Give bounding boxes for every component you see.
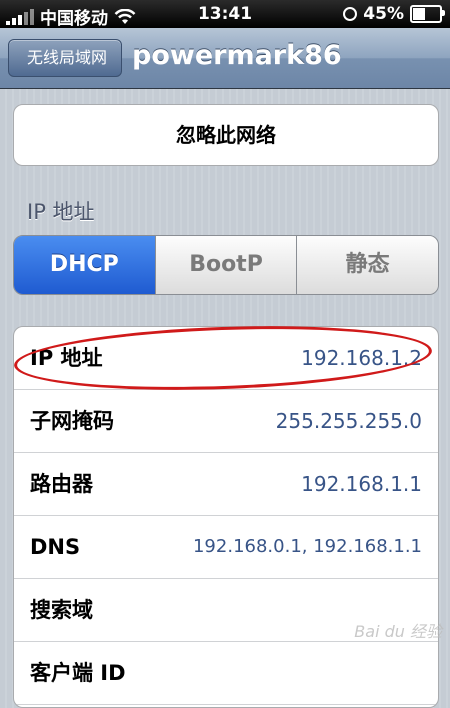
status-bar: 中国移动 13:41 45% <box>0 0 450 29</box>
row-ip-address[interactable]: IP 地址 192.168.1.2 <box>14 327 438 390</box>
row-label: 子网掩码 <box>30 409 114 433</box>
ip-section-label: IP 地址 <box>27 200 95 224</box>
rotation-lock-icon <box>343 7 358 21</box>
segment-bootp[interactable]: BootP <box>154 236 297 294</box>
row-label: 路由器 <box>30 472 93 496</box>
row-value: 255.255.255.0 <box>275 409 422 433</box>
battery-percent: 45% <box>363 4 404 24</box>
navigation-bar: 无线局域网 powermark86 <box>0 28 450 89</box>
row-dns[interactable]: DNS 192.168.0.1, 192.168.1.1 <box>14 516 438 579</box>
row-label: 搜索域 <box>30 598 93 622</box>
page-title: powermark86 <box>132 40 342 71</box>
ip-settings-table: IP 地址 192.168.1.2 子网掩码 255.255.255.0 路由器… <box>13 326 439 708</box>
segment-dhcp[interactable]: DHCP <box>14 236 155 294</box>
forget-network-button[interactable]: 忽略此网络 <box>13 104 439 166</box>
row-value: 192.168.0.1, 192.168.1.1 <box>192 536 422 557</box>
back-button-label: 无线局域网 <box>27 48 108 67</box>
row-label: DNS <box>30 535 81 559</box>
segment-static[interactable]: 静态 <box>296 236 438 294</box>
row-label: IP 地址 <box>30 346 103 370</box>
watermark: Bai du 经验 <box>354 622 442 641</box>
row-label: 客户端 ID <box>30 661 126 685</box>
status-right: 45% <box>343 4 445 24</box>
ip-mode-segmented-control: DHCP BootP 静态 <box>13 235 439 295</box>
back-button[interactable]: 无线局域网 <box>8 39 123 77</box>
battery-icon <box>410 5 445 23</box>
row-client-id[interactable]: 客户端 ID <box>14 642 438 705</box>
row-value: 192.168.1.1 <box>301 472 422 496</box>
row-router[interactable]: 路由器 192.168.1.1 <box>14 453 438 516</box>
row-value: 192.168.1.2 <box>301 346 422 370</box>
row-subnet-mask[interactable]: 子网掩码 255.255.255.0 <box>14 390 438 453</box>
